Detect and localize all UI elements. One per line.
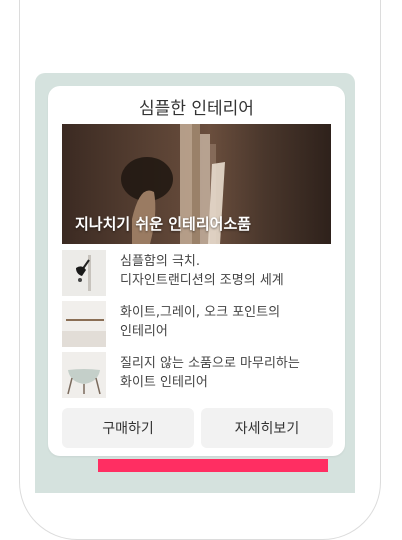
list-item-line: 인테리어: [120, 324, 168, 339]
list-item-line: 디자인트랜디션의 조명의 세계: [120, 273, 284, 288]
hero-image[interactable]: 지나치기 쉬운 인테리어소품: [62, 124, 331, 244]
list-item-text: 질리지 않는 소품으로 마무리하는 화이트 인테리어: [120, 354, 335, 392]
list-item-accessories[interactable]: 질리지 않는 소품으로 마무리하는 화이트 인테리어: [62, 352, 332, 398]
list-item-line: 질리지 않는 소품으로 마무리하는: [120, 356, 300, 371]
hero-caption: 지나치기 쉬운 인테리어소품: [75, 215, 252, 233]
pink-accent-bar[interactable]: [98, 459, 328, 472]
list-item-lighting[interactable]: 심플함의 극치. 디자인트랜디션의 조명의 세계: [62, 250, 332, 296]
list-item-interior[interactable]: 화이트,그레이, 오크 포인트의 인테리어: [62, 301, 332, 347]
buy-button[interactable]: 구매하기: [62, 408, 194, 448]
list-item-line: 심플함의 극치.: [120, 254, 201, 269]
detail-button[interactable]: 자세히보기: [201, 408, 333, 448]
list-item-text: 심플함의 극치. 디자인트랜디션의 조명의 세계: [120, 252, 335, 290]
list-item-text: 화이트,그레이, 오크 포인트의 인테리어: [120, 303, 335, 341]
card-title: 심플한 인테리어: [139, 99, 254, 119]
wall-lamp-thumbnail: [62, 250, 106, 296]
product-card: 심플한 인테리어 지나치기 쉬운 인테리어소품 심플함의 극치. 디자인트랜디션: [48, 86, 345, 456]
list-item-line: 화이트,그레이, 오크 포인트의: [120, 305, 281, 320]
glass-table-thumbnail: [62, 352, 106, 398]
shelf-thumbnail: [62, 301, 106, 347]
list-item-line: 화이트 인테리어: [120, 375, 208, 390]
